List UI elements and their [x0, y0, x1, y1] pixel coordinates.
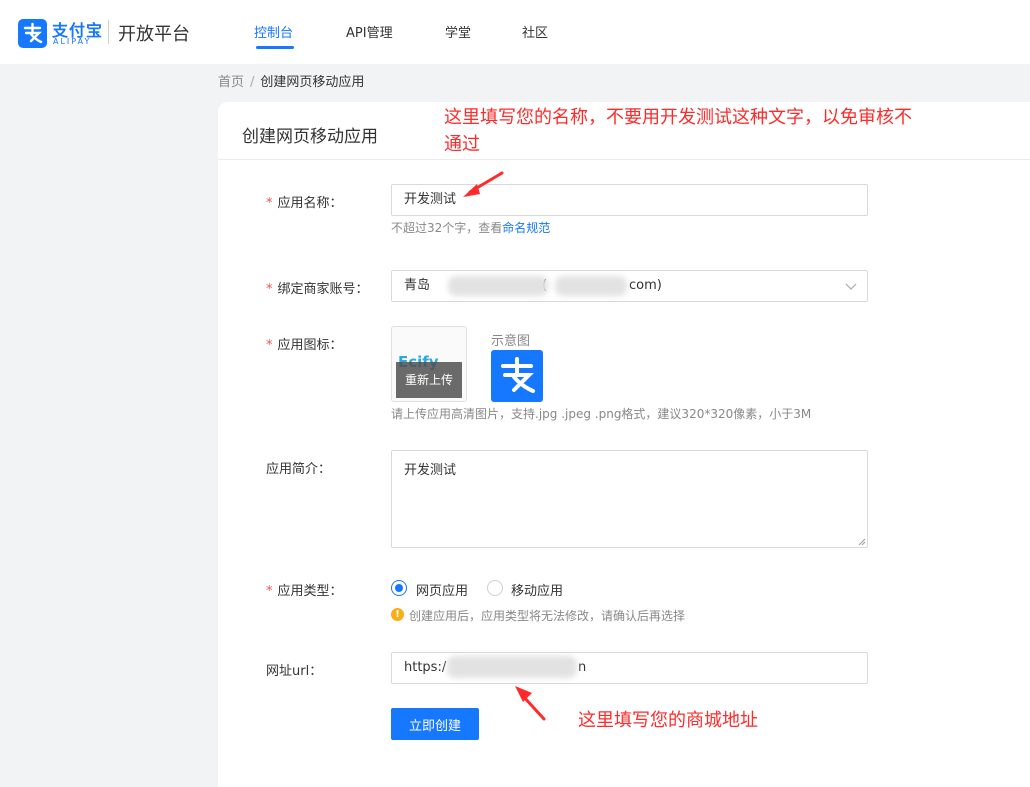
- url-label: 网址url：: [266, 664, 323, 679]
- radio-web-app[interactable]: [391, 580, 407, 596]
- breadcrumb-separator: /: [250, 75, 255, 90]
- app-name-hint: 不超过32个字，查看命名规范: [391, 221, 551, 235]
- logo-subtext: ALIPAY: [53, 37, 92, 46]
- required-mark: *: [266, 196, 273, 211]
- annotation-arrow-icon: [515, 686, 546, 721]
- icon-hint: 请上传应用高清图片，支持.jpg .jpeg .png格式，建议320*320像…: [391, 407, 812, 421]
- radio-mobile-app[interactable]: [487, 580, 503, 596]
- naming-rules-link[interactable]: 命名规范: [502, 221, 550, 235]
- app-type-warning: 创建应用后，应用类型将无法修改，请确认后再选择: [409, 609, 686, 623]
- reupload-button[interactable]: 重新上传: [396, 362, 462, 398]
- nav-academy[interactable]: 学堂: [445, 22, 471, 41]
- nav-community[interactable]: 社区: [522, 22, 548, 41]
- required-mark: *: [266, 282, 273, 297]
- required-mark: *: [266, 338, 273, 353]
- icon-upload[interactable]: Ecify 重新上传: [391, 326, 467, 402]
- annotation-arrow-icon: [463, 171, 504, 197]
- breadcrumb: 首页 / 创建网页移动应用: [218, 71, 364, 90]
- radio-web-app-label[interactable]: 网页应用: [416, 580, 468, 599]
- nav-active-indicator: [256, 46, 294, 49]
- merchant-label: * 绑定商家账号：: [266, 282, 369, 297]
- intro-textarea[interactable]: 开发测试: [391, 450, 868, 548]
- breadcrumb-home[interactable]: 首页: [218, 75, 244, 90]
- breadcrumb-current: 创建网页移动应用: [260, 75, 365, 90]
- app-type-label: * 应用类型：: [266, 584, 343, 599]
- create-button[interactable]: 立即创建: [391, 708, 479, 740]
- chevron-down-icon: [845, 283, 857, 290]
- top-navbar: 支付宝 ALIPAY 开放平台 控制台 API管理 学堂 社区: [0, 0, 1030, 64]
- app-name-label: * 应用名称：: [266, 196, 343, 211]
- intro-label: 应用简介：: [266, 462, 332, 477]
- app-icon-label: * 应用图标：: [266, 338, 343, 353]
- alipay-logo-icon[interactable]: [18, 19, 47, 48]
- annotation-url-tip: 这里填写您的商城地址: [578, 710, 758, 731]
- required-mark: *: [266, 584, 273, 599]
- radio-mobile-app-label[interactable]: 移动应用: [511, 580, 563, 599]
- alipay-example-icon: [491, 350, 543, 402]
- platform-name[interactable]: 开放平台: [118, 20, 190, 46]
- page-title: 创建网页移动应用: [242, 127, 378, 147]
- nav-console[interactable]: 控制台: [254, 22, 293, 41]
- redacted-region: [448, 276, 548, 296]
- redacted-region: [447, 656, 577, 678]
- example-label: 示意图: [491, 334, 531, 349]
- resize-grip-icon[interactable]: [857, 537, 866, 546]
- annotation-name-tip: 这里填写您的名称，不要用开发测试这种文字，以免审核不 通过: [444, 107, 912, 155]
- redacted-region: [555, 276, 627, 296]
- nav-api[interactable]: API管理: [346, 22, 393, 41]
- logo-divider: [108, 20, 109, 44]
- warning-icon: !: [391, 608, 404, 621]
